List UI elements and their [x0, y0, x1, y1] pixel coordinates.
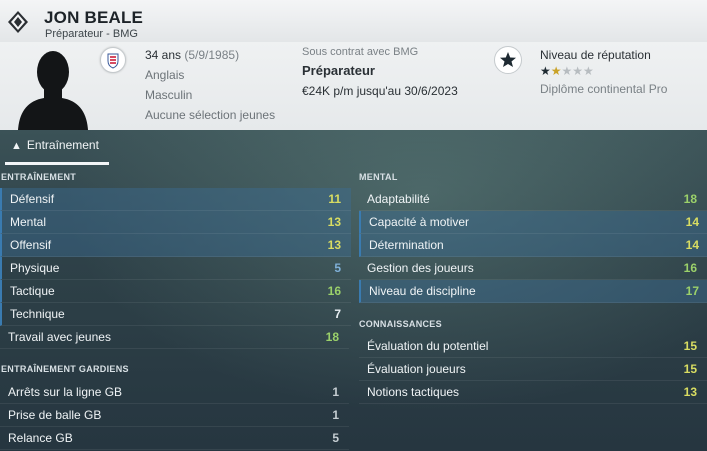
attribute-value: 14 — [685, 215, 699, 229]
tab-training-label: Entraînement — [26, 138, 99, 152]
reputation-details: Niveau de réputation ★★★★★ Diplôme conti… — [540, 48, 667, 96]
attribute-label: Défensif — [10, 192, 55, 206]
staff-header: JON BEALE Préparateur - BMG — [0, 0, 707, 43]
attribute-label: Notions tactiques — [367, 385, 460, 399]
reputation-star-empty: ★★★ — [561, 64, 594, 78]
attribute-row[interactable]: Travail avec jeunes 18 — [0, 326, 349, 349]
attribute-row[interactable]: Capacité à motiver 14 — [359, 211, 707, 234]
section-title-training: ENTRAÎNEMENT — [1, 172, 77, 182]
training-cone-icon: ▲ — [11, 140, 22, 152]
salary: €24K p/m jusqu'au 30/6/2023 — [302, 84, 458, 98]
gender: Masculin — [145, 88, 193, 102]
personal-details: 34 ans (5/9/1985) Anglais Masculin Aucun… — [145, 48, 275, 128]
reputation-stars: ★★★★★ — [540, 64, 667, 82]
staff-info-panel: 34 ans (5/9/1985) Anglais Masculin Aucun… — [0, 42, 707, 130]
attribute-row[interactable]: Détermination 14 — [359, 234, 707, 257]
attribute-row[interactable]: Défensif 11 — [0, 188, 351, 211]
attribute-label: Relance GB — [8, 431, 73, 445]
attribute-row[interactable]: Relance GB 5 — [0, 427, 349, 450]
attribute-label: Technique — [10, 307, 65, 321]
attribute-value: 17 — [685, 284, 699, 298]
attribute-value: 16 — [683, 261, 697, 275]
attribute-label: Évaluation joueurs — [367, 362, 466, 376]
attribute-value: 15 — [683, 339, 697, 353]
attribute-label: Physique — [10, 261, 60, 275]
staff-role: Préparateur — [302, 63, 375, 78]
star-icon — [494, 46, 522, 74]
attribute-value: 15 — [683, 362, 697, 376]
attribute-value: 11 — [328, 192, 341, 206]
attribute-row[interactable]: Prise de balle GB 1 — [0, 404, 349, 427]
attribute-row[interactable]: Tactique 16 — [0, 280, 351, 303]
staff-subtitle[interactable]: Préparateur - BMG — [45, 28, 138, 40]
attribute-row[interactable]: Évaluation du potentiel 15 — [359, 335, 707, 358]
attribute-row[interactable]: Physique 5 — [0, 257, 351, 280]
attribute-value: 13 — [327, 238, 341, 252]
attribute-value: 1 — [332, 408, 339, 422]
youth-caps: Aucune sélection jeunes — [145, 108, 276, 122]
avatar — [18, 51, 88, 130]
attribute-value: 1 — [332, 385, 339, 399]
attribute-label: Gestion des joueurs — [367, 261, 474, 275]
attribute-value: 13 — [683, 385, 697, 399]
england-flag-icon[interactable] — [100, 47, 126, 73]
attribute-label: Arrêts sur la ligne GB — [8, 385, 123, 399]
coaching-diploma: Diplôme continental Pro — [540, 82, 668, 96]
attribute-row[interactable]: Notions tactiques 13 — [359, 381, 707, 404]
attribute-row[interactable]: Offensif 13 — [0, 234, 351, 257]
reputation-label: Niveau de réputation — [540, 48, 651, 62]
attribute-value: 13 — [327, 215, 341, 229]
attribute-row[interactable]: Niveau de discipline 17 — [359, 280, 707, 303]
attribute-label: Niveau de discipline — [369, 284, 476, 298]
attribute-value: 18 — [325, 330, 339, 344]
attribute-row[interactable]: Adaptabilité 18 — [359, 188, 707, 211]
attribute-label: Offensif — [10, 238, 52, 252]
attribute-label: Travail avec jeunes — [8, 330, 111, 344]
attribute-label: Détermination — [369, 238, 444, 252]
attribute-label: Adaptabilité — [367, 192, 430, 206]
section-title-knowledge: CONNAISSANCES — [359, 319, 442, 329]
attribute-label: Capacité à motiver — [369, 215, 470, 229]
reputation-star-full: ★ — [540, 64, 551, 78]
attribute-row[interactable]: Gestion des joueurs 16 — [359, 257, 707, 280]
reputation-star-half: ★ — [550, 64, 562, 78]
attribute-label: Évaluation du potentiel — [367, 339, 489, 353]
attribute-label: Tactique — [10, 284, 55, 298]
attribute-row[interactable]: Évaluation joueurs 15 — [359, 358, 707, 381]
age: 34 ans — [145, 48, 182, 62]
attribute-row[interactable]: Arrêts sur la ligne GB 1 — [0, 381, 349, 404]
tab-bar: ▲ Entraînement — [0, 130, 707, 165]
attribute-value: 18 — [683, 192, 697, 206]
staff-name: JON BEALE — [44, 8, 144, 27]
section-title-goalkeeping: ENTRAÎNEMENT GARDIENS — [1, 364, 129, 374]
section-title-mental: MENTAL — [359, 172, 398, 182]
attribute-value: 16 — [327, 284, 341, 298]
tab-training[interactable]: ▲ Entraînement — [5, 138, 109, 165]
attribute-value: 14 — [685, 238, 699, 252]
attribute-value: 7 — [334, 307, 341, 321]
contract-details: Sous contrat avec BMG Préparateur €24K p… — [302, 46, 458, 98]
attribute-value: 5 — [332, 431, 339, 445]
attribute-value: 5 — [334, 261, 341, 275]
contract-label[interactable]: Sous contrat avec BMG — [302, 46, 458, 62]
attribute-label: Mental — [10, 215, 47, 229]
attribute-label: Prise de balle GB — [8, 408, 102, 422]
club-badge-icon — [8, 11, 28, 33]
attribute-row[interactable]: Technique 7 — [0, 303, 351, 326]
date-of-birth: (5/9/1985) — [184, 48, 240, 62]
nationality[interactable]: Anglais — [145, 68, 275, 88]
attribute-row[interactable]: Mental 13 — [0, 211, 351, 234]
